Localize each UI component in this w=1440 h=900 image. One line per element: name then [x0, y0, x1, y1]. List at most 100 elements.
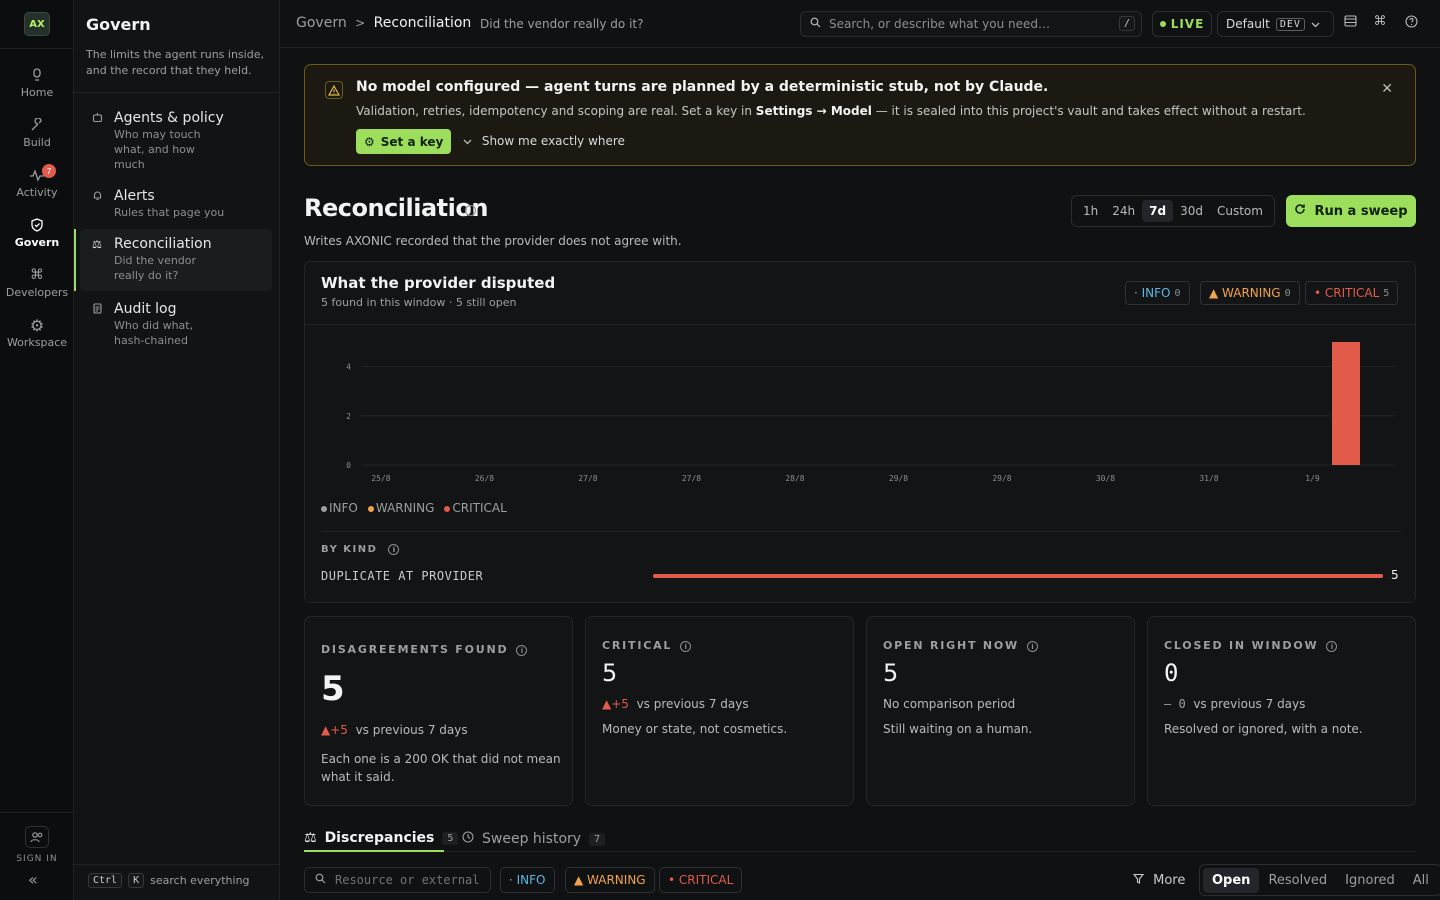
rail-item-activity[interactable]: Activity 7	[0, 164, 74, 210]
sidebar-item-reconciliation[interactable]: ⚖ Reconciliation Did the vendor really d…	[74, 229, 272, 291]
app-logo[interactable]: AX	[24, 12, 50, 36]
status-ignored[interactable]: Ignored	[1336, 868, 1404, 893]
bar-critical	[1332, 342, 1360, 465]
tab-label: Sweep history	[482, 831, 582, 847]
rail-label: Activity	[16, 186, 58, 199]
card-delta: No comparison period	[883, 697, 1015, 711]
sidebar-item-desc: Did the vendor really do it?	[114, 254, 197, 282]
info-icon[interactable]: i	[465, 205, 476, 216]
x-tick-label: 31/8	[1199, 474, 1218, 483]
breadcrumb-root[interactable]: Govern	[296, 15, 347, 31]
delta-text: vs previous 7 days	[355, 723, 468, 737]
search-icon	[315, 873, 326, 887]
rail-item-govern[interactable]: Govern	[0, 210, 74, 260]
info-icon[interactable]: i	[680, 640, 692, 652]
banner-title: No model configured — agent turns are pl…	[356, 79, 1049, 95]
delta-value: ▲+5	[321, 723, 348, 737]
banner-text: Validation, retries, idempotency and sco…	[356, 104, 756, 118]
divider	[0, 48, 74, 49]
sidebar-item-label: Agents & policy	[114, 110, 224, 126]
gear-icon: ⚙	[364, 134, 375, 149]
collapse-icon[interactable]: «	[28, 870, 38, 889]
info-icon[interactable]: i	[1026, 640, 1038, 652]
panel-icon[interactable]	[1342, 15, 1358, 31]
legend-critical[interactable]: CRITICAL	[444, 501, 507, 515]
card-title: DISAGREEMENTS FOUND i	[321, 643, 528, 656]
range-24h[interactable]: 24h	[1105, 200, 1142, 222]
live-status-button[interactable]: LIVE	[1152, 11, 1212, 37]
command-icon[interactable]: ⌘	[1372, 14, 1388, 30]
x-tick-label: 1/9	[1305, 474, 1320, 483]
rail-item-workspace[interactable]: ⚙ Workspace	[0, 316, 74, 360]
bell-icon	[92, 190, 104, 202]
info-icon[interactable]: i	[516, 644, 528, 656]
info-icon[interactable]: i	[1326, 640, 1338, 652]
divider	[321, 531, 1401, 532]
close-icon[interactable]: ✕	[1381, 81, 1393, 97]
filter-chip-info[interactable]: · INFO	[500, 867, 555, 893]
breadcrumb-current: Reconciliation	[373, 15, 472, 31]
filter-chip-critical[interactable]: • CRITICAL 5	[1305, 281, 1399, 305]
stat-card-closed: CLOSED IN WINDOW i 0 — 0 vs previous 7 da…	[1147, 616, 1416, 806]
range-30d[interactable]: 30d	[1173, 200, 1210, 222]
environment-selector[interactable]: Default DEV	[1217, 11, 1334, 37]
tab-count: 7	[589, 832, 606, 846]
live-label: LIVE	[1170, 17, 1205, 31]
y-tick-label: 2	[346, 412, 351, 421]
tab-sweep-history[interactable]: Sweep history 7	[462, 826, 606, 852]
legend-info[interactable]: INFO	[321, 501, 358, 515]
more-label: More	[1153, 873, 1186, 888]
show-where-toggle[interactable]: Show me exactly where	[463, 134, 625, 148]
range-custom[interactable]: Custom	[1210, 200, 1270, 222]
sidebar-item-agents-policy[interactable]: Agents & policy Who may touch what, and …	[80, 103, 272, 178]
card-note: Each one is a 200 OK that did not mean w…	[321, 752, 561, 784]
sidebar-item-label: Reconciliation	[114, 236, 212, 252]
filter-chip-warning[interactable]: ▲ WARNING 0	[1200, 281, 1300, 305]
rail-item-build[interactable]: Build	[0, 116, 74, 160]
card-title-text: CLOSED IN WINDOW	[1164, 639, 1319, 652]
chip-count: 0	[1174, 287, 1181, 299]
breadcrumb-separator: >	[355, 16, 366, 30]
filter-chip-info[interactable]: · INFO 0	[1125, 281, 1190, 305]
set-key-button[interactable]: ⚙ Set a key	[356, 129, 452, 154]
set-key-label: Set a key	[380, 134, 444, 149]
legend-warning[interactable]: WARNING	[367, 501, 434, 515]
sidebar-item-alerts[interactable]: Alerts Rules that page you	[80, 181, 272, 226]
page-tagline: Did the vendor really do it?	[480, 17, 644, 31]
sidebar-item-desc: Rules that page you	[114, 206, 225, 219]
run-sweep-button[interactable]: Run a sweep	[1286, 195, 1416, 227]
card-delta: ▲+5 vs previous 7 days	[321, 723, 468, 737]
card-note: Still waiting on a human.	[883, 722, 1033, 736]
rail-item-developers[interactable]: ⌘ Developers	[0, 266, 74, 310]
card-title-text: DISAGREEMENTS FOUND	[321, 643, 509, 656]
sidebar-item-audit-log[interactable]: Audit log Who did what, hash-chained	[80, 294, 272, 354]
rail-item-home[interactable]: Home	[0, 66, 74, 110]
sign-in-button[interactable]: SIGN IN	[0, 826, 74, 864]
range-7d[interactable]: 7d	[1142, 200, 1174, 222]
sign-in-label: SIGN IN	[16, 854, 58, 864]
status-all[interactable]: All	[1404, 868, 1438, 893]
disputes-bar-chart: 0 2 4 25/8 26/8 27/8 27/8 28/8 29/8 29/8 30/8 31/8 1…	[346, 342, 1396, 483]
legend-label: INFO	[329, 501, 358, 515]
filter-chip-critical[interactable]: • CRITICAL	[659, 867, 743, 893]
filter-chip-warning[interactable]: ▲ WARNING	[565, 867, 655, 893]
breadcrumb: Govern > Reconciliation	[296, 15, 471, 31]
main-content: No model configured — agent turns are pl…	[280, 48, 1440, 900]
settings-link[interactable]: Settings → Model	[756, 104, 872, 118]
command-palette-hint[interactable]: Ctrl K search everything	[88, 873, 250, 888]
x-tick-label: 29/8	[889, 474, 908, 483]
status-resolved[interactable]: Resolved	[1259, 868, 1336, 893]
chip-count: 5	[1383, 287, 1390, 299]
range-1h[interactable]: 1h	[1076, 200, 1105, 222]
card-title: CLOSED IN WINDOW i	[1164, 639, 1338, 652]
search-input[interactable]: Search, or describe what you need… /	[800, 11, 1142, 37]
tab-discrepancies[interactable]: ⚖ Discrepancies 5	[304, 826, 459, 852]
more-filters-button[interactable]: More	[1132, 873, 1186, 888]
chevron-down-icon	[1311, 17, 1320, 31]
resource-search-input[interactable]: Resource or external	[304, 867, 491, 893]
stat-card-open: OPEN RIGHT NOW i 5 No comparison period S…	[866, 616, 1135, 806]
help-icon[interactable]	[1403, 15, 1419, 31]
delta-value: — 0	[1164, 697, 1186, 711]
status-open[interactable]: Open	[1203, 867, 1260, 893]
info-icon[interactable]: i	[388, 544, 400, 555]
